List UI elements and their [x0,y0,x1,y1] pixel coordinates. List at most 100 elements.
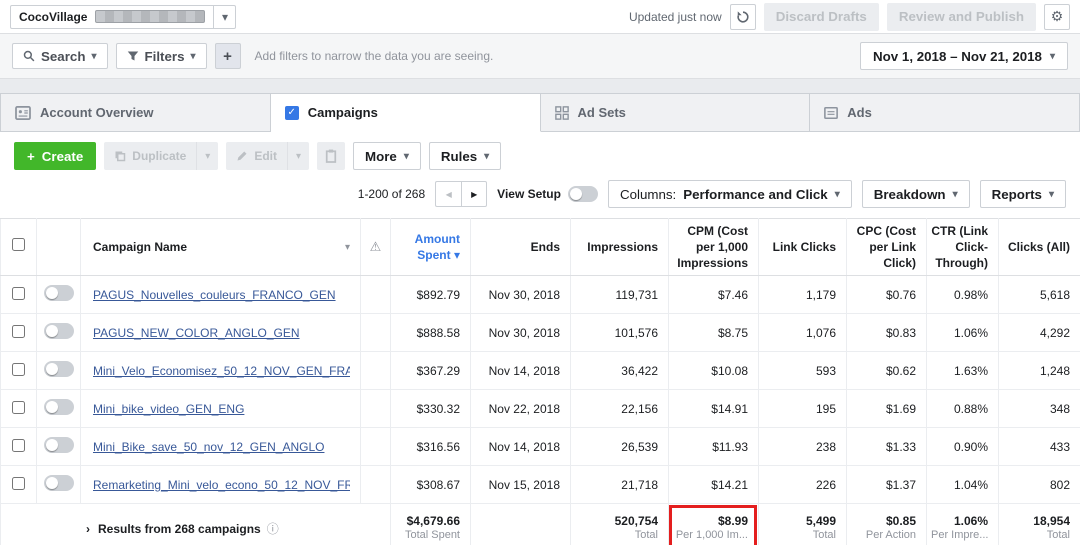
chevron-down-icon[interactable]: ▾ [196,142,218,170]
chevron-down-icon: ▾ [404,151,409,162]
campaign-active-toggle[interactable] [44,399,74,415]
column-header-amount-spent[interactable]: Amount Spent ▾ [391,219,471,276]
row-checkbox[interactable] [12,477,25,490]
top-bar: CocoVillage ▾ Updated just now Discard D… [0,0,1080,34]
tab-account-overview[interactable]: Account Overview [0,93,271,132]
columns-button[interactable]: Columns: Performance and Click ▾ [608,180,852,208]
campaign-name-link[interactable]: Mini_Bike_save_50_nov_12_GEN_ANGLO [93,440,350,454]
clicks-all-cell: 433 [999,428,1080,466]
column-header-impressions[interactable]: Impressions [571,219,669,276]
plus-icon: + [223,48,232,65]
cpm-cell: $14.91 [669,390,759,428]
next-page-button[interactable]: ▶ [461,181,487,207]
campaign-active-toggle[interactable] [44,361,74,377]
campaign-name-link[interactable]: Mini_Velo_Economisez_50_12_NOV_GEN_FRANC… [93,364,350,378]
discard-drafts-button[interactable]: Discard Drafts [764,3,879,31]
reports-button[interactable]: Reports ▾ [980,180,1066,208]
chevron-down-icon: ▾ [484,151,489,162]
info-icon[interactable]: ⓘ [267,522,279,536]
column-header-clicks-all[interactable]: Clicks (All) [999,219,1080,276]
pagination: ◀ ▶ [435,181,487,207]
delivery-warning-cell [361,276,391,314]
previous-page-button[interactable]: ◀ [435,181,461,207]
edit-button[interactable]: Edit ▾ [226,142,309,170]
delivery-warning-cell [361,390,391,428]
table-row: Mini_bike_video_GEN_ENG $330.32 Nov 22, … [1,390,1080,428]
column-header-link-clicks[interactable]: Link Clicks [759,219,847,276]
search-icon [23,50,35,62]
summary-row: ›Results from 268 campaignsⓘ $4,679.66 T… [1,504,1080,545]
campaign-name-link[interactable]: Remarketing_Mini_velo_econo_50_12_NOV_FR… [93,478,350,492]
account-selector[interactable]: CocoVillage ▾ [10,5,236,29]
tab-campaigns[interactable]: ✓ Campaigns [271,93,541,132]
tab-ad-sets[interactable]: Ad Sets [541,93,811,132]
filter-icon [127,50,139,62]
campaign-name-link[interactable]: PAGUS_NEW_COLOR_ANGLO_GEN [93,326,350,340]
cpc-cell: $1.33 [847,428,927,466]
tab-label: Account Overview [40,105,153,120]
more-button[interactable]: More ▾ [353,142,421,170]
plus-icon: + [27,149,35,164]
rules-button[interactable]: Rules ▾ [429,142,501,170]
total-ctr-cell: 1.06% Per Impre... [927,504,999,545]
table-row: Mini_Bike_save_50_nov_12_GEN_ANGLO $316.… [1,428,1080,466]
duplicate-button[interactable]: Duplicate ▾ [104,142,218,170]
campaign-active-toggle[interactable] [44,475,74,491]
ends-summary-cell [471,504,571,545]
cpm-cell: $14.21 [669,466,759,504]
campaign-name-link[interactable]: PAGUS_Nouvelles_couleurs_FRANCO_GEN [93,288,350,302]
expand-results-chevron-icon[interactable]: › [86,522,90,536]
total-cpm-cell-highlighted: $8.99 Per 1,000 Im... [669,504,759,545]
view-setup-toggle[interactable] [568,186,598,202]
settings-button[interactable]: ⚙ [1044,4,1070,30]
view-setup-label: View Setup [497,187,561,201]
campaigns-panel: + Create Duplicate ▾ Edit ▾ More ▾ Rules [0,132,1080,545]
sort-caret-icon: ▾ [345,241,350,255]
level-tabs: Account Overview ✓ Campaigns Ad Sets Ads [0,79,1080,132]
create-button[interactable]: + Create [14,142,96,170]
impressions-cell: 22,156 [571,390,669,428]
results-summary-label: Results from 268 campaigns [98,522,261,536]
campaign-active-toggle[interactable] [44,285,74,301]
column-header-ctr[interactable]: CTR (Link Click-Through) [927,219,999,276]
tab-ads[interactable]: Ads [810,93,1080,132]
search-label: Search [41,49,85,64]
paste-button[interactable] [317,142,345,170]
amount-spent-cell: $308.67 [391,466,471,504]
ctr-cell: 0.98% [927,276,999,314]
campaign-active-toggle[interactable] [44,323,74,339]
column-header-ends[interactable]: Ends [471,219,571,276]
campaign-name-link[interactable]: Mini_bike_video_GEN_ENG [93,402,350,416]
filter-hint: Add filters to narrow the data you are s… [255,49,494,63]
select-all-checkbox[interactable] [12,238,25,251]
ctr-cell: 0.90% [927,428,999,466]
filters-button[interactable]: Filters ▾ [116,43,207,69]
column-header-cpm[interactable]: CPM (Cost per 1,000 Impressions [669,219,759,276]
warning-icon: ⚠ [370,239,382,254]
ends-cell: Nov 14, 2018 [471,352,571,390]
link-clicks-cell: 593 [759,352,847,390]
row-checkbox[interactable] [12,287,25,300]
amount-spent-cell: $892.79 [391,276,471,314]
link-clicks-cell: 226 [759,466,847,504]
date-range-selector[interactable]: Nov 1, 2018 – Nov 21, 2018 ▾ [860,42,1068,70]
campaign-active-toggle[interactable] [44,437,74,453]
column-header-campaign-name[interactable]: ▾ Campaign Name [81,219,361,276]
amount-spent-cell: $330.32 [391,390,471,428]
tab-label: Ads [847,105,872,120]
amount-spent-cell: $888.58 [391,314,471,352]
row-checkbox[interactable] [12,439,25,452]
chevron-down-icon[interactable]: ▾ [287,142,309,170]
clicks-all-cell: 348 [999,390,1080,428]
row-checkbox[interactable] [12,363,25,376]
breakdown-button[interactable]: Breakdown ▾ [862,180,970,208]
add-filter-button[interactable]: + [215,43,241,69]
clicks-all-cell: 1,248 [999,352,1080,390]
row-checkbox[interactable] [12,325,25,338]
review-publish-button[interactable]: Review and Publish [887,3,1036,31]
search-button[interactable]: Search ▾ [12,43,108,69]
row-checkbox[interactable] [12,401,25,414]
delivery-warning-column-header[interactable]: ⚠ [361,219,391,276]
refresh-button[interactable] [730,4,756,30]
column-header-cpc[interactable]: CPC (Cost per Link Click) [847,219,927,276]
